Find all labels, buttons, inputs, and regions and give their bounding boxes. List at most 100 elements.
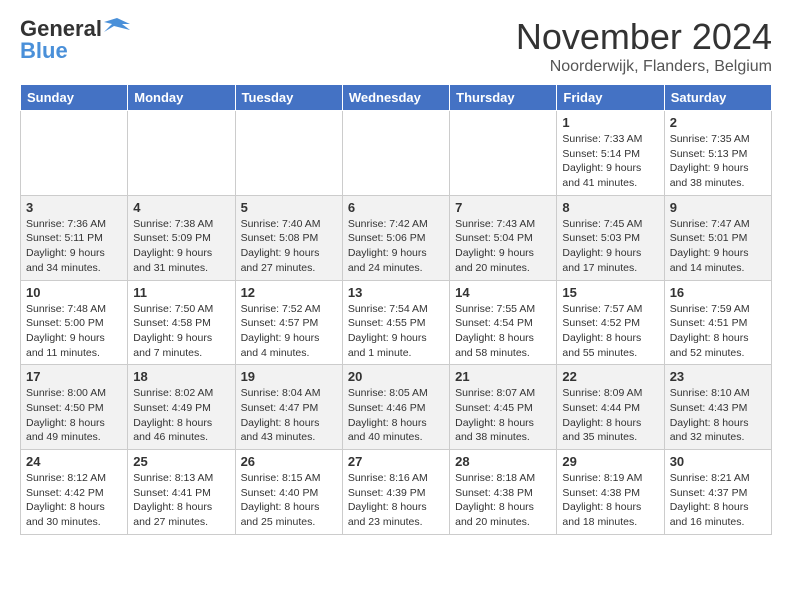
logo: General Blue: [20, 16, 130, 64]
day-info: Sunrise: 8:02 AM Sunset: 4:49 PM Dayligh…: [133, 386, 229, 445]
day-info: Sunrise: 8:18 AM Sunset: 4:38 PM Dayligh…: [455, 471, 551, 530]
calendar-cell: 1 Sunrise: 7:33 AM Sunset: 5:14 PM Daylig…: [557, 111, 664, 196]
day-info: Sunrise: 8:12 AM Sunset: 4:42 PM Dayligh…: [26, 471, 122, 530]
calendar-cell: 3 Sunrise: 7:36 AM Sunset: 5:11 PM Daylig…: [21, 195, 128, 280]
calendar-cell: 17 Sunrise: 8:00 AM Sunset: 4:50 PM Dayli…: [21, 365, 128, 450]
day-info: Sunrise: 8:09 AM Sunset: 4:44 PM Dayligh…: [562, 386, 658, 445]
day-info: Sunrise: 7:35 AM Sunset: 5:13 PM Dayligh…: [670, 132, 766, 191]
day-number: 10: [26, 285, 122, 300]
day-info: Sunrise: 8:21 AM Sunset: 4:37 PM Dayligh…: [670, 471, 766, 530]
calendar-cell: 6 Sunrise: 7:42 AM Sunset: 5:06 PM Daylig…: [342, 195, 449, 280]
calendar-week-row: 3 Sunrise: 7:36 AM Sunset: 5:11 PM Daylig…: [21, 195, 772, 280]
day-number: 6: [348, 200, 444, 215]
calendar-week-row: 10 Sunrise: 7:48 AM Sunset: 5:00 PM Dayli…: [21, 280, 772, 365]
day-info: Sunrise: 7:47 AM Sunset: 5:01 PM Dayligh…: [670, 217, 766, 276]
day-number: 1: [562, 115, 658, 130]
day-number: 2: [670, 115, 766, 130]
calendar-cell: 13 Sunrise: 7:54 AM Sunset: 4:55 PM Dayli…: [342, 280, 449, 365]
day-number: 5: [241, 200, 337, 215]
calendar-table: SundayMondayTuesdayWednesdayThursdayFrid…: [20, 84, 772, 535]
day-number: 26: [241, 454, 337, 469]
calendar-cell: 8 Sunrise: 7:45 AM Sunset: 5:03 PM Daylig…: [557, 195, 664, 280]
day-number: 24: [26, 454, 122, 469]
calendar-cell: 11 Sunrise: 7:50 AM Sunset: 4:58 PM Dayli…: [128, 280, 235, 365]
day-number: 14: [455, 285, 551, 300]
col-header-tuesday: Tuesday: [235, 85, 342, 111]
day-info: Sunrise: 7:36 AM Sunset: 5:11 PM Dayligh…: [26, 217, 122, 276]
col-header-monday: Monday: [128, 85, 235, 111]
day-number: 18: [133, 369, 229, 384]
day-number: 17: [26, 369, 122, 384]
calendar-cell: 29 Sunrise: 8:19 AM Sunset: 4:38 PM Dayli…: [557, 450, 664, 535]
day-info: Sunrise: 7:54 AM Sunset: 4:55 PM Dayligh…: [348, 302, 444, 361]
day-number: 29: [562, 454, 658, 469]
day-number: 28: [455, 454, 551, 469]
day-info: Sunrise: 7:42 AM Sunset: 5:06 PM Dayligh…: [348, 217, 444, 276]
day-number: 22: [562, 369, 658, 384]
day-info: Sunrise: 7:33 AM Sunset: 5:14 PM Dayligh…: [562, 132, 658, 191]
day-info: Sunrise: 7:57 AM Sunset: 4:52 PM Dayligh…: [562, 302, 658, 361]
day-info: Sunrise: 8:04 AM Sunset: 4:47 PM Dayligh…: [241, 386, 337, 445]
calendar-cell: 25 Sunrise: 8:13 AM Sunset: 4:41 PM Dayli…: [128, 450, 235, 535]
day-number: 8: [562, 200, 658, 215]
day-number: 20: [348, 369, 444, 384]
day-info: Sunrise: 8:19 AM Sunset: 4:38 PM Dayligh…: [562, 471, 658, 530]
calendar-cell: [450, 111, 557, 196]
title-block: November 2024 Noorderwijk, Flanders, Bel…: [516, 16, 772, 76]
day-number: 25: [133, 454, 229, 469]
calendar-cell: 14Sunrise: 7:55 AM Sunset: 4:54 PM Dayli…: [450, 280, 557, 365]
calendar-cell: 18 Sunrise: 8:02 AM Sunset: 4:49 PM Dayli…: [128, 365, 235, 450]
day-info: Sunrise: 8:15 AM Sunset: 4:40 PM Dayligh…: [241, 471, 337, 530]
calendar-cell: 28 Sunrise: 8:18 AM Sunset: 4:38 PM Dayli…: [450, 450, 557, 535]
day-info: Sunrise: 7:43 AM Sunset: 5:04 PM Dayligh…: [455, 217, 551, 276]
day-number: 15: [562, 285, 658, 300]
calendar-cell: 9Sunrise: 7:47 AM Sunset: 5:01 PM Daylig…: [664, 195, 771, 280]
calendar-cell: 26 Sunrise: 8:15 AM Sunset: 4:40 PM Dayli…: [235, 450, 342, 535]
day-info: Sunrise: 8:13 AM Sunset: 4:41 PM Dayligh…: [133, 471, 229, 530]
header: General Blue November 2024 Noorderwijk, …: [20, 16, 772, 76]
day-number: 13: [348, 285, 444, 300]
day-number: 3: [26, 200, 122, 215]
calendar-cell: 7 Sunrise: 7:43 AM Sunset: 5:04 PM Daylig…: [450, 195, 557, 280]
col-header-sunday: Sunday: [21, 85, 128, 111]
day-number: 23: [670, 369, 766, 384]
calendar-cell: 2 Sunrise: 7:35 AM Sunset: 5:13 PM Daylig…: [664, 111, 771, 196]
calendar-week-row: 1 Sunrise: 7:33 AM Sunset: 5:14 PM Daylig…: [21, 111, 772, 196]
calendar-cell: 12 Sunrise: 7:52 AM Sunset: 4:57 PM Dayli…: [235, 280, 342, 365]
calendar-cell: 21Sunrise: 8:07 AM Sunset: 4:45 PM Dayli…: [450, 365, 557, 450]
logo-bird-icon: [104, 14, 130, 40]
calendar-cell: 15 Sunrise: 7:57 AM Sunset: 4:52 PM Dayli…: [557, 280, 664, 365]
day-number: 11: [133, 285, 229, 300]
calendar-cell: 30Sunrise: 8:21 AM Sunset: 4:37 PM Dayli…: [664, 450, 771, 535]
calendar-week-row: 17 Sunrise: 8:00 AM Sunset: 4:50 PM Dayli…: [21, 365, 772, 450]
calendar-cell: 4Sunrise: 7:38 AM Sunset: 5:09 PM Daylig…: [128, 195, 235, 280]
day-info: Sunrise: 7:52 AM Sunset: 4:57 PM Dayligh…: [241, 302, 337, 361]
col-header-friday: Friday: [557, 85, 664, 111]
day-info: Sunrise: 7:59 AM Sunset: 4:51 PM Dayligh…: [670, 302, 766, 361]
day-info: Sunrise: 7:45 AM Sunset: 5:03 PM Dayligh…: [562, 217, 658, 276]
day-info: Sunrise: 8:10 AM Sunset: 4:43 PM Dayligh…: [670, 386, 766, 445]
main-title: November 2024: [516, 16, 772, 58]
day-info: Sunrise: 7:48 AM Sunset: 5:00 PM Dayligh…: [26, 302, 122, 361]
col-header-thursday: Thursday: [450, 85, 557, 111]
calendar-cell: [235, 111, 342, 196]
day-info: Sunrise: 7:50 AM Sunset: 4:58 PM Dayligh…: [133, 302, 229, 361]
day-info: Sunrise: 8:05 AM Sunset: 4:46 PM Dayligh…: [348, 386, 444, 445]
calendar-cell: 23 Sunrise: 8:10 AM Sunset: 4:43 PM Dayli…: [664, 365, 771, 450]
day-info: Sunrise: 8:16 AM Sunset: 4:39 PM Dayligh…: [348, 471, 444, 530]
logo-text: General Blue: [20, 16, 130, 64]
col-header-wednesday: Wednesday: [342, 85, 449, 111]
day-number: 27: [348, 454, 444, 469]
page: General Blue November 2024 Noorderwijk, …: [0, 0, 792, 551]
calendar-cell: 20 Sunrise: 8:05 AM Sunset: 4:46 PM Dayli…: [342, 365, 449, 450]
calendar-cell: 5Sunrise: 7:40 AM Sunset: 5:08 PM Daylig…: [235, 195, 342, 280]
calendar-week-row: 24 Sunrise: 8:12 AM Sunset: 4:42 PM Dayli…: [21, 450, 772, 535]
day-number: 7: [455, 200, 551, 215]
day-info: Sunrise: 8:00 AM Sunset: 4:50 PM Dayligh…: [26, 386, 122, 445]
day-number: 12: [241, 285, 337, 300]
day-number: 4: [133, 200, 229, 215]
calendar-cell: 16Sunrise: 7:59 AM Sunset: 4:51 PM Dayli…: [664, 280, 771, 365]
subtitle: Noorderwijk, Flanders, Belgium: [516, 58, 772, 76]
calendar-header-row: SundayMondayTuesdayWednesdayThursdayFrid…: [21, 85, 772, 111]
calendar-cell: [342, 111, 449, 196]
